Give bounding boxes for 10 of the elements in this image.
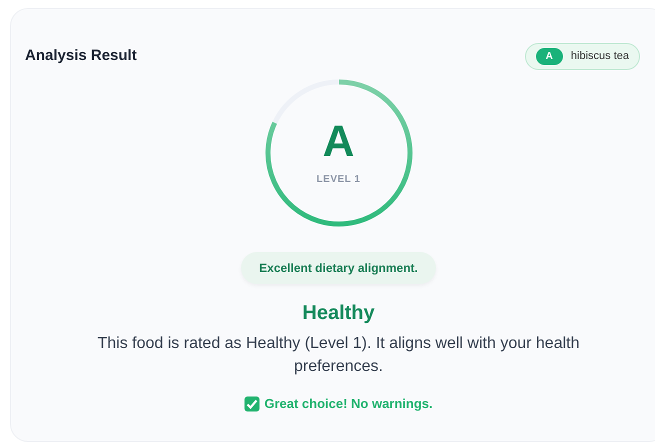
rating-title: Healthy [302,301,375,326]
food-name: hibiscus tea [570,49,629,64]
description-text: This food is rated as Healthy (Level 1). It aligns well with your health preferences. [96,334,580,377]
note-text: Great choice! No warnings. [264,395,433,413]
level-label: LEVEL 1 [316,172,360,186]
summary-pill: Excellent dietary alignment. [241,252,436,284]
card-title: Analysis Result [25,46,137,66]
ring-track [272,80,339,124]
grade-badge: A [536,48,563,65]
grade-letter: A [322,120,354,164]
